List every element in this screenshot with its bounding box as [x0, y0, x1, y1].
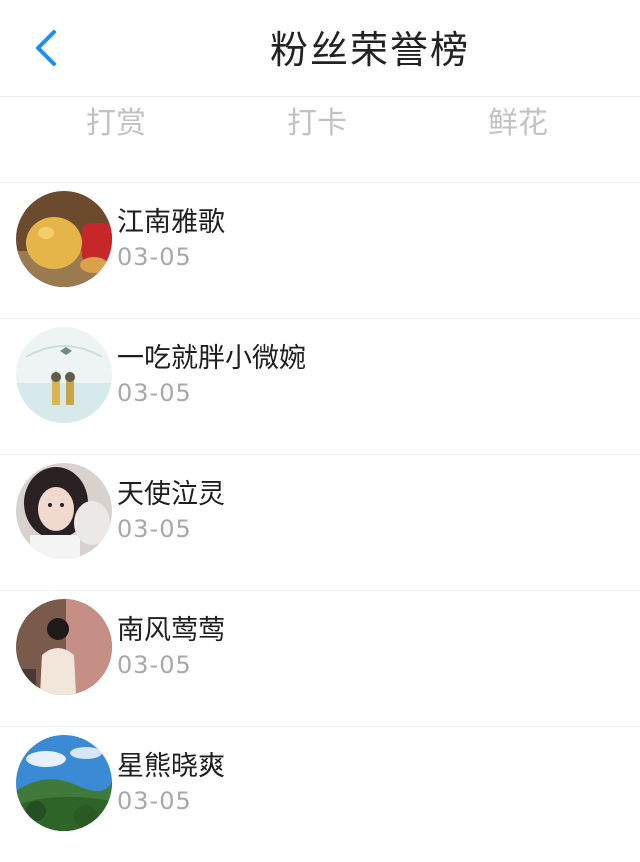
list-item[interactable]: 星熊晓爽 03-05	[0, 726, 640, 862]
list-item[interactable]: 一吃就胖小微婉 03-05	[0, 318, 640, 454]
fan-name: 星熊晓爽	[117, 751, 225, 782]
fan-date: 03-05	[117, 243, 192, 271]
avatar	[16, 463, 112, 559]
fan-name: 一吃就胖小微婉	[117, 343, 306, 374]
fan-date: 03-05	[117, 515, 192, 543]
avatar	[16, 599, 112, 695]
tab-reward[interactable]: 打赏	[56, 98, 176, 150]
top-bar: 粉丝荣誉榜	[0, 0, 640, 97]
fan-list: 江南雅歌 03-05 一吃就胖小微婉 03-05 天使泣灵 03-05 南风莺莺…	[0, 182, 640, 862]
fan-date: 03-05	[117, 651, 192, 679]
list-item[interactable]: 江南雅歌 03-05	[0, 182, 640, 318]
fan-name: 南风莺莺	[117, 615, 225, 646]
page-title: 粉丝荣誉榜	[269, 28, 470, 72]
list-item[interactable]: 南风莺莺 03-05	[0, 590, 640, 726]
fan-name: 天使泣灵	[117, 479, 225, 510]
avatar	[16, 327, 112, 423]
avatar	[16, 735, 112, 831]
fan-date: 03-05	[117, 787, 192, 815]
avatar	[16, 191, 112, 287]
fan-date: 03-05	[117, 379, 192, 407]
fan-name: 江南雅歌	[117, 207, 225, 238]
tab-checkin[interactable]: 打卡	[257, 98, 377, 150]
tab-flowers[interactable]: 鲜花	[458, 98, 578, 150]
tab-bar: 打赏 打卡 鲜花	[0, 98, 640, 154]
list-item[interactable]: 天使泣灵 03-05	[0, 454, 640, 590]
